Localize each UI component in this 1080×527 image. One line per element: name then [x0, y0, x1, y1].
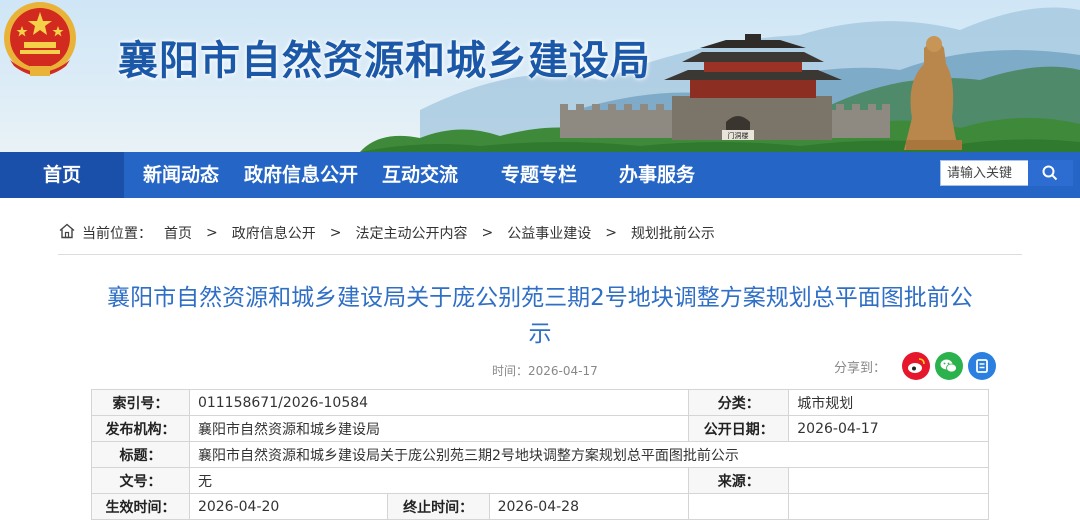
share-weibo-button[interactable] [902, 352, 930, 380]
breadcrumb: 当前位置： 首页 > 政府信息公开 > 法定主动公开内容 > 公益事业建设 > 规划批前公示 [58, 222, 715, 244]
breadcrumb-separator: > [605, 225, 617, 241]
publish-time: 时间：2026-04-17 [492, 364, 598, 378]
source-value [788, 467, 989, 494]
site-title: 襄阳市自然资源和城乡建设局 [118, 38, 651, 84]
index-value: 011158671/2026-10584 [188, 389, 690, 416]
table-row: 标题： 襄阳市自然资源和城乡建设局关于庞公别苑三期2号地块调整方案规划总平面图批… [91, 441, 990, 468]
nav-item-news[interactable]: 新闻动态 [124, 152, 238, 198]
empty-cell [688, 493, 790, 520]
table-row: 文号： 无 来源： [91, 467, 989, 494]
qzone-icon [968, 352, 996, 380]
nav-item-services[interactable]: 办事服务 [600, 152, 714, 198]
header-banner: 门洞楼 襄阳市自然资源和城乡建设局 [0, 0, 1080, 152]
nav-item-interaction[interactable]: 互动交流 [364, 152, 476, 198]
breadcrumb-item-statutory[interactable]: 法定主动公开内容 [355, 223, 467, 243]
search-icon [1042, 165, 1058, 181]
gate-sign-text: 门洞楼 [728, 131, 749, 140]
doc-number-value: 无 [188, 467, 690, 494]
main-nav: 首页 新闻动态 政府信息公开 互动交流 专题专栏 办事服务 [0, 152, 1080, 198]
category-value: 城市规划 [788, 389, 989, 416]
article-title: 襄阳市自然资源和城乡建设局关于庞公别苑三期2号地块调整方案规划总平面图批前公 示 [80, 280, 1000, 352]
national-emblem-icon [4, 2, 76, 76]
table-row: 索引号： 011158671/2026-10584 分类： 城市规划 [91, 389, 989, 416]
article-title-line-2: 示 [528, 321, 552, 347]
wechat-icon [935, 352, 963, 380]
end-date-label: 终止时间： [386, 493, 490, 520]
search-button[interactable] [1028, 160, 1073, 186]
nav-search-box [940, 160, 1073, 186]
breadcrumb-item-public-welfare[interactable]: 公益事业建设 [507, 223, 591, 243]
breadcrumb-item-planning[interactable]: 规划批前公示 [631, 223, 715, 243]
table-row: 生效时间： 2026-04-20 终止时间： 2026-04-28 [91, 493, 989, 520]
publish-date-value: 2026-04-17 [788, 415, 989, 442]
search-input[interactable] [941, 161, 1027, 185]
breadcrumb-separator: > [481, 225, 494, 241]
article-title-line-1: 襄阳市自然资源和城乡建设局关于庞公别苑三期2号地块调整方案规划总平面图批前公 [107, 285, 973, 311]
home-icon [58, 222, 82, 244]
effective-date-value: 2026-04-20 [188, 493, 388, 520]
divider [58, 254, 1022, 255]
publish-date-label: 公开日期： [688, 415, 790, 442]
doc-title-label: 标题： [91, 441, 190, 468]
end-date-value: 2026-04-28 [488, 493, 690, 520]
share-label: 分享到： [834, 361, 887, 376]
share-wechat-button[interactable] [935, 352, 963, 380]
document-info-table: 索引号： 011158671/2026-10584 分类： 城市规划 发布机构：… [91, 389, 990, 520]
doc-number-label: 文号： [91, 467, 190, 494]
breadcrumb-prefix: 当前位置： [82, 226, 152, 242]
index-label: 索引号： [91, 389, 190, 416]
weibo-icon [902, 352, 930, 380]
share-qzone-button[interactable] [968, 352, 996, 380]
effective-date-label: 生效时间： [91, 493, 190, 520]
category-label: 分类： [688, 389, 790, 416]
publisher-label: 发布机构： [91, 415, 190, 442]
doc-title-value: 襄阳市自然资源和城乡建设局关于庞公别苑三期2号地块调整方案规划总平面图批前公示 [188, 441, 990, 468]
breadcrumb-separator: > [206, 225, 218, 241]
nav-item-home[interactable]: 首页 [0, 152, 124, 198]
publisher-value: 襄阳市自然资源和城乡建设局 [188, 415, 690, 442]
empty-cell [788, 493, 989, 520]
breadcrumb-separator: > [329, 225, 342, 241]
nav-item-gov-info[interactable]: 政府信息公开 [238, 152, 364, 198]
table-row: 发布机构： 襄阳市自然资源和城乡建设局 公开日期： 2026-04-17 [91, 415, 989, 442]
breadcrumb-item-gov-info[interactable]: 政府信息公开 [232, 223, 316, 243]
source-label: 来源： [688, 467, 790, 494]
nav-item-special-topics[interactable]: 专题专栏 [482, 152, 596, 198]
breadcrumb-item-home[interactable]: 首页 [164, 223, 192, 243]
